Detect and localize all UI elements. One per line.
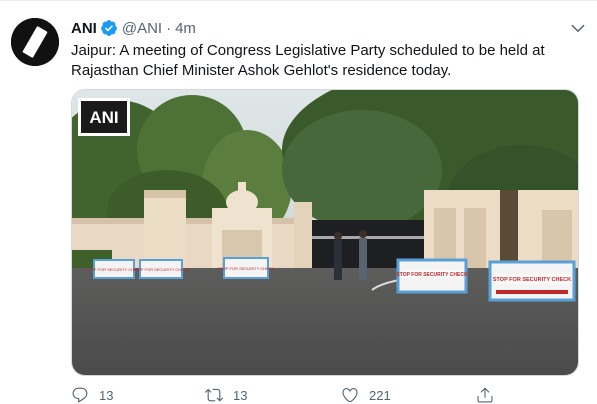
share-button[interactable] (476, 386, 494, 404)
avatar[interactable] (11, 18, 59, 66)
barricade: STOP FOR SECURITY CHECK (396, 258, 468, 294)
reply-icon (72, 387, 88, 403)
author-name[interactable]: ANI (71, 20, 97, 37)
tweet[interactable]: ANI @ANI · 4m Jaipur: A meeting of Congr… (0, 0, 597, 404)
reply-count: 13 (99, 387, 114, 403)
tweet-text: Jaipur: A meeting of Congress Legislativ… (71, 42, 545, 79)
person (359, 238, 367, 280)
barricade: STOP FOR SECURITY CHECK (488, 260, 576, 302)
ani-watermark: ANI (78, 98, 130, 136)
tweet-actions: 13 13 221 (71, 385, 521, 404)
reply-button[interactable]: 13 (71, 386, 113, 404)
barricade-sign: STOP FOR SECURITY CHECK (493, 277, 571, 283)
barricade-sign: STOP FOR SECURITY CHECK (218, 266, 275, 271)
media-photo: STOP FOR SECURITY CHECK STOP FOR SECURIT… (72, 90, 578, 375)
like-icon (342, 388, 358, 403)
separator-dot: · (166, 19, 172, 37)
share-icon (477, 387, 493, 403)
verified-badge-icon (100, 19, 118, 37)
barricade: STOP FOR SECURITY CHECK (133, 259, 190, 279)
retweet-icon (205, 388, 223, 402)
timestamp[interactable]: 4m (175, 20, 196, 37)
tweet-media[interactable]: STOP FOR SECURITY CHECK STOP FOR SECURIT… (71, 89, 579, 376)
watermark-text: ANI (89, 108, 118, 127)
barricade: STOP FOR SECURITY CHECK (218, 257, 275, 279)
barricade-sign: STOP FOR SECURITY CHECK (133, 267, 190, 272)
tweet-header: ANI @ANI · 4m (71, 18, 196, 38)
chevron-down-icon[interactable] (569, 19, 587, 37)
like-button[interactable]: 221 (341, 386, 391, 404)
retweet-button[interactable]: 13 (205, 386, 247, 404)
author-handle[interactable]: @ANI (122, 20, 162, 37)
barricade-sign: STOP FOR SECURITY CHECK (396, 272, 468, 278)
ani-logo-icon (11, 18, 59, 66)
retweet-count: 13 (233, 387, 248, 403)
like-count: 221 (369, 387, 391, 403)
person (334, 240, 342, 280)
